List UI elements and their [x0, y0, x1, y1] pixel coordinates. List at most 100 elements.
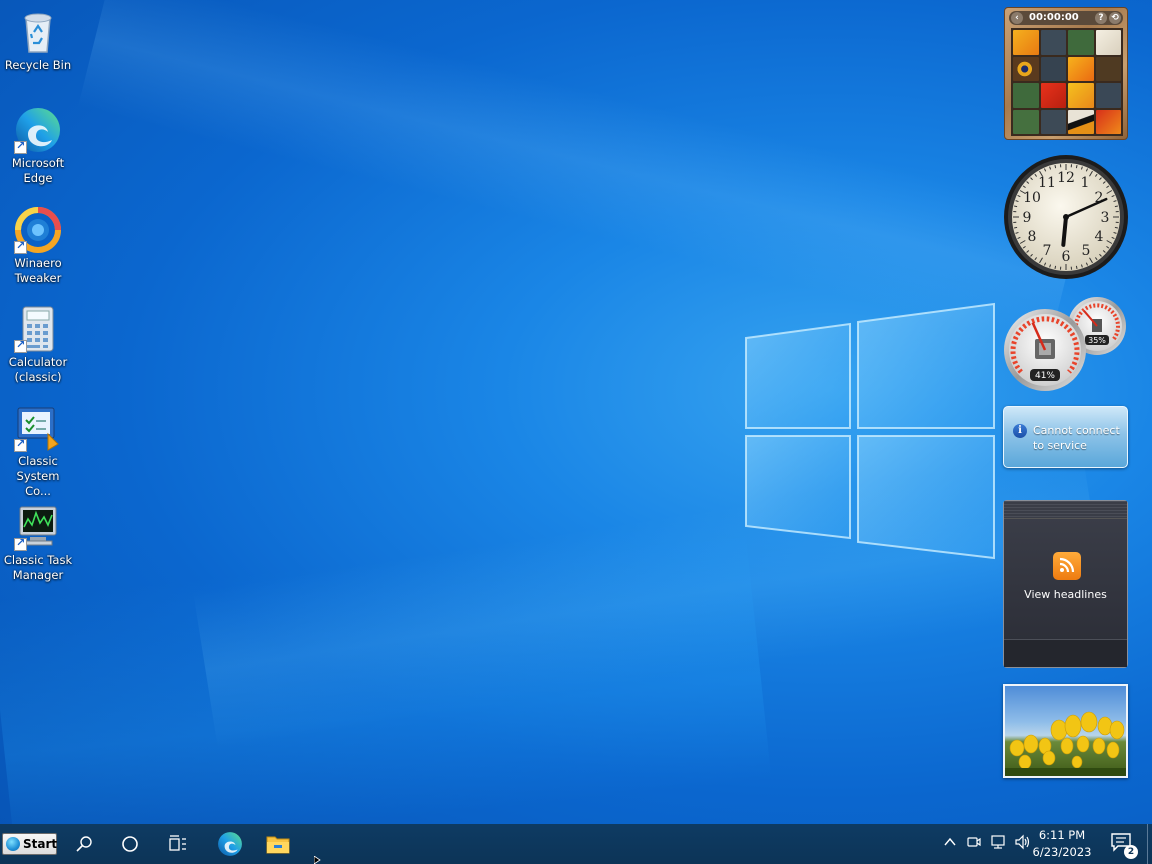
- taskbar-clock[interactable]: 6:11 PM 6/23/2023: [1030, 827, 1094, 861]
- start-button[interactable]: Start: [2, 833, 57, 855]
- puzzle-tile[interactable]: [1068, 83, 1094, 108]
- system-control-icon: [14, 404, 62, 452]
- calculator-icon: [14, 305, 62, 353]
- puzzle-toolbar: ‹ 00:00:00 ? ⟲: [1009, 11, 1123, 25]
- puzzle-tile[interactable]: [1040, 83, 1066, 108]
- puzzle-tile[interactable]: [1095, 30, 1121, 55]
- desktop-icon-classic-system-control[interactable]: Classic System Co...: [2, 404, 74, 499]
- shortcut-arrow-icon: [14, 239, 27, 254]
- desktop-icon-classic-task-manager[interactable]: Classic Task Manager: [2, 503, 74, 583]
- picture-puzzle-gadget[interactable]: ‹ 00:00:00 ? ⟲: [1004, 7, 1128, 140]
- info-icon: i: [1013, 424, 1027, 438]
- start-orb-icon: [6, 837, 20, 851]
- file-explorer-icon: [266, 836, 290, 854]
- cpu-meter-dials: 35% 41%: [1004, 297, 1126, 391]
- puzzle-tile[interactable]: [1013, 56, 1039, 81]
- svg-text:10: 10: [1023, 190, 1041, 206]
- feed-headlines-gadget[interactable]: View headlines: [1003, 500, 1128, 668]
- cortana-button[interactable]: [108, 828, 152, 860]
- weather-gadget[interactable]: i Cannot connect to service: [1003, 406, 1128, 468]
- tulips-photo: [1005, 711, 1126, 776]
- meet-now-icon[interactable]: [966, 834, 984, 852]
- puzzle-tile[interactable]: [1013, 109, 1039, 134]
- desktop-icon-recycle-bin[interactable]: Recycle Bin: [2, 8, 74, 73]
- svg-text:4: 4: [1095, 229, 1104, 245]
- shortcut-arrow-icon: [14, 536, 27, 551]
- puzzle-tile[interactable]: [1040, 109, 1066, 134]
- recycle-bin-icon: [14, 8, 62, 56]
- desktop-icon-label: Microsoft Edge: [11, 156, 65, 185]
- action-center-button[interactable]: 2: [1110, 832, 1138, 859]
- cpu-readout: 41%: [1035, 371, 1055, 381]
- desktop-icon-winaero-tweaker[interactable]: Winaero Tweaker: [2, 206, 74, 286]
- puzzle-tile[interactable]: [1068, 56, 1094, 81]
- task-manager-icon: [14, 503, 62, 551]
- desktop-icon-calculator[interactable]: Calculator (classic): [2, 305, 74, 385]
- puzzle-tile[interactable]: [1040, 56, 1066, 81]
- puzzle-tile[interactable]: [1013, 83, 1039, 108]
- help-icon[interactable]: ?: [1095, 12, 1107, 24]
- svg-text:11: 11: [1038, 175, 1056, 191]
- search-button[interactable]: [62, 828, 106, 860]
- clock-tick: [1014, 226, 1018, 229]
- clock-tick: [1054, 265, 1057, 269]
- wallpaper-light-beam: [77, 0, 1083, 349]
- puzzle-timer: 00:00:00: [1029, 12, 1079, 23]
- show-desktop-button[interactable]: [1147, 824, 1152, 864]
- clock-tick: [1075, 165, 1078, 169]
- puzzle-tile[interactable]: [1068, 30, 1094, 55]
- clock-tick: [1114, 226, 1118, 229]
- file-explorer-taskbar-button[interactable]: [256, 828, 300, 860]
- shortcut-arrow-icon: [14, 139, 27, 154]
- weather-error-message: Cannot connect to service: [1033, 424, 1120, 452]
- wallpaper-light-beam: [0, 520, 772, 860]
- task-view-icon: [169, 835, 186, 851]
- desktop-icon-label: Classic Task Manager: [3, 553, 73, 582]
- puzzle-tile[interactable]: [1040, 30, 1066, 55]
- edge-taskbar-button[interactable]: [208, 828, 252, 860]
- puzzle-tile[interactable]: [1095, 109, 1121, 134]
- rss-feed-icon: [1053, 552, 1081, 580]
- feed-footer: [1004, 639, 1127, 667]
- puzzle-tile[interactable]: [1095, 56, 1121, 81]
- clock-tick: [1014, 205, 1018, 208]
- clock-tick: [1054, 165, 1057, 169]
- cpu-meter-gadget[interactable]: 35% 41%: [1001, 296, 1129, 392]
- view-headlines-link[interactable]: View headlines: [1004, 588, 1127, 601]
- feed-header: [1004, 501, 1127, 519]
- chevron-up-icon[interactable]: [942, 834, 960, 852]
- svg-text:8: 8: [1028, 229, 1037, 245]
- svg-text:3: 3: [1101, 210, 1110, 226]
- clock-gadget[interactable]: 12 1 2 345 678 9 10 11: [1002, 153, 1130, 281]
- taskbar: Start 6:11 PM 6/23/2023 2: [0, 824, 1152, 864]
- desktop-icon-label: Calculator (classic): [8, 355, 68, 384]
- clock-tick: [1075, 265, 1078, 269]
- network-icon[interactable]: [990, 834, 1008, 852]
- edge-icon: [14, 106, 62, 154]
- svg-text:5: 5: [1082, 243, 1091, 259]
- task-view-button[interactable]: [156, 828, 200, 860]
- notification-count-badge: 2: [1124, 845, 1138, 859]
- start-label: Start: [23, 837, 58, 851]
- pause-icon[interactable]: ‹: [1011, 12, 1023, 24]
- memory-readout: 35%: [1088, 336, 1106, 345]
- taskbar-time: 6:11 PM: [1038, 828, 1086, 842]
- puzzle-tile[interactable]: [1095, 83, 1121, 108]
- svg-text:6: 6: [1062, 249, 1071, 265]
- puzzle-tile[interactable]: [1068, 109, 1094, 134]
- shortcut-arrow-icon: [14, 437, 27, 452]
- windows-logo-wallpaper: [745, 302, 995, 560]
- desktop-icon-label: Recycle Bin: [4, 58, 72, 72]
- edge-icon: [218, 832, 242, 856]
- slideshow-gadget[interactable]: [1003, 684, 1128, 778]
- show-picture-icon[interactable]: ⟲: [1109, 12, 1121, 24]
- desktop-icon-microsoft-edge[interactable]: Microsoft Edge: [2, 106, 74, 186]
- puzzle-tile[interactable]: [1013, 30, 1039, 55]
- hour-hand: [1061, 215, 1068, 247]
- clock-tick: [1114, 205, 1118, 208]
- shortcut-arrow-icon: [14, 338, 27, 353]
- svg-text:12: 12: [1057, 170, 1075, 186]
- analog-clock-face: 12 12 345 678 91011: [1004, 155, 1128, 279]
- desktop-icon-label: Winaero Tweaker: [14, 256, 62, 285]
- cortana-icon: [122, 836, 138, 852]
